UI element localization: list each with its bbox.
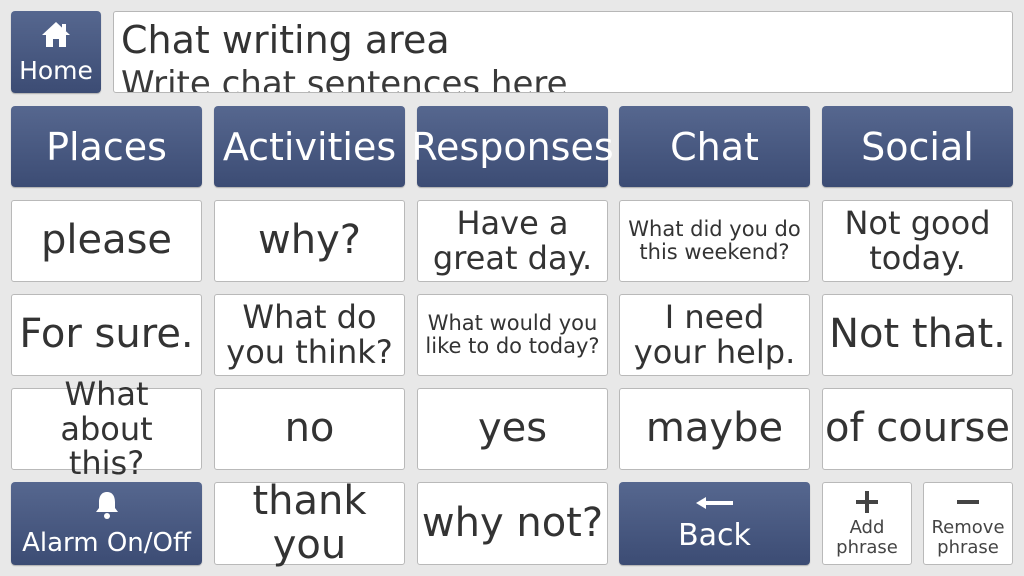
category-places-button[interactable]: Places [11, 106, 202, 187]
arrow-left-icon [695, 495, 734, 514]
phrase-button-no[interactable]: no [214, 388, 405, 470]
phrase-button-yes[interactable]: yes [417, 388, 608, 470]
phrase-button-not-that[interactable]: Not that. [822, 294, 1013, 376]
category-label: Activities [222, 124, 397, 169]
phrase-button-thank-you[interactable]: thank you [214, 478, 405, 568]
phrase-label: I need your help. [633, 298, 796, 371]
phrase-label: For sure. [19, 311, 194, 358]
phrase-label: What do you think? [226, 298, 393, 371]
back-button[interactable]: Back [619, 482, 810, 565]
category-label: Places [46, 124, 167, 169]
category-social-button[interactable]: Social [822, 106, 1013, 187]
phrase-label: please [40, 217, 173, 264]
phrase-button-not-good-today[interactable]: Not good today. [822, 200, 1013, 282]
remove-phrase-button[interactable]: Remove phrase [923, 482, 1013, 565]
phrase-button-what-do-you-think[interactable]: What do you think? [214, 294, 405, 376]
home-button[interactable]: Home [11, 11, 101, 93]
back-label: Back [678, 517, 751, 553]
category-chat-button[interactable]: Chat [619, 106, 810, 187]
phrase-button-have-a-great-day[interactable]: Have a great day. [417, 200, 608, 282]
phrase-button-maybe[interactable]: maybe [619, 388, 810, 470]
phrase-button-of-course[interactable]: of course [822, 388, 1013, 470]
phrase-button-for-sure[interactable]: For sure. [11, 294, 202, 376]
remove-phrase-label: Remove phrase [931, 516, 1005, 558]
phrase-label: no [284, 405, 335, 452]
phrase-button-why[interactable]: why? [214, 200, 405, 282]
phrase-label: What would you like to do today? [425, 311, 600, 358]
chat-writing-area[interactable]: Chat writing area Write chat sentences h… [113, 11, 1013, 93]
chat-area-title: Chat writing area [121, 18, 450, 62]
phrase-button-i-need-your-help[interactable]: I need your help. [619, 294, 810, 376]
phrase-label: yes [477, 405, 548, 452]
phrase-label: What about this? [60, 375, 153, 483]
add-phrase-label: Add phrase [836, 516, 898, 558]
plus-icon [855, 490, 879, 518]
phrase-label: maybe [645, 405, 784, 452]
phrase-button-what-would-you-like-to-do-today[interactable]: What would you like to do today? [417, 294, 608, 376]
category-responses-button[interactable]: Responses [411, 106, 614, 187]
bell-icon [92, 490, 122, 524]
add-phrase-button[interactable]: Add phrase [822, 482, 912, 565]
phrase-label: of course [825, 405, 1010, 452]
phrase-label: why not? [421, 499, 604, 546]
phrase-label: Not good today. [844, 204, 991, 277]
phrase-button-what-about-this[interactable]: What about this? [11, 377, 202, 481]
phrase-label: Have a great day. [432, 204, 593, 277]
home-icon [40, 20, 72, 56]
chat-area-placeholder: Write chat sentences here [121, 64, 568, 93]
category-label: Responses [411, 124, 614, 169]
category-label: Chat [670, 124, 759, 169]
home-label: Home [19, 55, 93, 85]
phrase-label: What did you do this weekend? [628, 217, 801, 264]
category-activities-button[interactable]: Activities [214, 106, 405, 187]
phrase-button-what-did-you-do-this-weekend[interactable]: What did you do this weekend? [619, 200, 810, 282]
phrase-button-please[interactable]: please [11, 200, 202, 282]
phrase-label: thank you [252, 478, 367, 568]
category-label: Social [861, 124, 974, 169]
phrase-label: why? [258, 217, 361, 264]
alarm-label: Alarm On/Off [22, 527, 191, 558]
phrase-label: Not that. [829, 311, 1006, 358]
minus-icon [956, 490, 980, 518]
phrase-button-why-not[interactable]: why not? [417, 482, 608, 565]
alarm-toggle-button[interactable]: Alarm On/Off [11, 482, 202, 565]
